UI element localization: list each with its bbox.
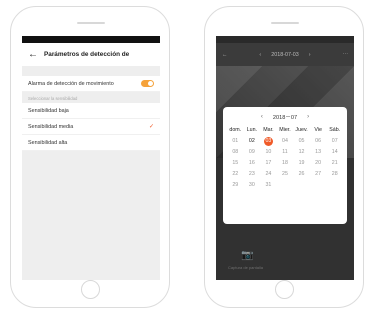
chevron-left-icon[interactable]: ‹ [261,114,263,120]
page-title: Parámetros de detección de [44,51,130,58]
back-arrow-icon[interactable]: ← [222,52,227,58]
calendar-day[interactable]: 04 [277,137,294,146]
settings-screen: ← Parámetros de detección de Alarma de d… [22,36,160,280]
section-label: Seleccionar la sensibilidad [22,92,160,103]
calendar-day[interactable]: 25 [277,170,294,179]
motion-alarm-toggle[interactable] [141,80,154,87]
calendar-day[interactable]: 14 [326,148,343,157]
calendar-day[interactable]: 18 [277,159,294,168]
option-label: Sensibilidad alta [28,139,68,146]
status-bar [216,36,354,43]
phone-frame-left: ← Parámetros de detección de Alarma de d… [10,6,170,308]
calendar-day[interactable]: 10 [260,148,277,157]
more-icon[interactable]: ⋯ [343,52,348,58]
top-date[interactable]: 2018-07-03 [271,52,299,58]
sensitivity-option-medium[interactable]: Sensibilidad media ✓ [22,119,160,135]
weekday-header: Mier. [279,127,291,133]
calendar-day[interactable]: 09 [244,148,261,157]
calendar-day[interactable]: 16 [244,159,261,168]
motion-alarm-label: Alarma de detección de movimiento [28,80,114,87]
back-arrow-icon[interactable]: ← [28,49,44,60]
playback-top-bar: ← ‹ 2018-07-03 › ⋯ [216,43,354,66]
sensitivity-option-low[interactable]: Sensibilidad baja [22,103,160,119]
playback-screen: ← ‹ 2018-07-03 › ⋯ Calendario Videolista… [216,36,354,280]
speaker-grille [271,22,299,24]
weekday-header: Sáb. [329,127,341,133]
weekday-header: Juev. [295,127,308,133]
status-bar [22,36,160,43]
phone-frame-right: ← ‹ 2018-07-03 › ⋯ Calendario Videolista… [204,6,364,308]
chevron-right-icon[interactable]: › [307,114,309,120]
weekday-header: Lun. [246,127,257,133]
option-label: Sensibilidad baja [28,107,69,114]
calendar-day[interactable]: 12 [293,148,310,157]
calendar-header: ‹ 2018－07 › [227,111,343,123]
sensitivity-option-high[interactable]: Sensibilidad alta [22,135,160,151]
calendar-day[interactable]: 11 [277,148,294,157]
calendar-day[interactable]: 23 [244,170,261,179]
calendar-day[interactable]: 03 [260,137,277,146]
checkmark-icon: ✓ [148,124,154,130]
option-label: Sensibilidad media [28,123,74,130]
calendar-day[interactable]: 19 [293,159,310,168]
settings-body: Alarma de detección de movimiento Selecc… [22,66,160,280]
motion-alarm-row[interactable]: Alarma de detección de movimiento [22,76,160,92]
calendar-popup: ‹ 2018－07 › dom. Lun. Mar. Mier. Juev. Vie Sáb… [223,107,347,224]
calendar-day[interactable]: 27 [310,170,327,179]
speaker-grille [77,22,105,24]
calendar-day[interactable]: 28 [326,170,343,179]
calendar-month-title: 2018－07 [272,115,298,121]
calendar-day[interactable]: 21 [326,159,343,168]
calendar-day[interactable]: 26 [293,170,310,179]
calendar-day[interactable]: 06 [310,137,327,146]
calendar-grid: dom. Lun. Mar. Mier. Juev. Vie Sáb. 01 02 03 04 05 0… [227,126,343,190]
chevron-left-icon[interactable]: ‹ [259,52,261,58]
calendar-day[interactable]: 05 [293,137,310,146]
calendar-day[interactable]: 01 [227,137,244,146]
weekday-header: Mar. [263,127,274,133]
calendar-day[interactable]: 02 [244,137,261,146]
calendar-day[interactable]: 31 [260,181,277,190]
weekday-header: dom. [229,127,242,133]
weekday-header: Vie [314,127,322,133]
calendar-day[interactable]: 29 [227,181,244,190]
calendar-day[interactable]: 17 [260,159,277,168]
calendar-day[interactable]: 20 [310,159,327,168]
home-button [81,280,100,299]
calendar-day[interactable]: 13 [310,148,327,157]
calendar-day[interactable]: 22 [227,170,244,179]
title-bar: ← Parámetros de detección de [22,43,160,66]
date-nav: ‹ 2018-07-03 › [259,52,310,58]
chevron-right-icon[interactable]: › [309,52,311,58]
calendar-day[interactable]: 15 [227,159,244,168]
home-button [275,280,294,299]
calendar-day[interactable]: 08 [227,148,244,157]
calendar-day[interactable]: 24 [260,170,277,179]
calendar-day[interactable]: 07 [326,137,343,146]
calendar-day[interactable]: 30 [244,181,261,190]
